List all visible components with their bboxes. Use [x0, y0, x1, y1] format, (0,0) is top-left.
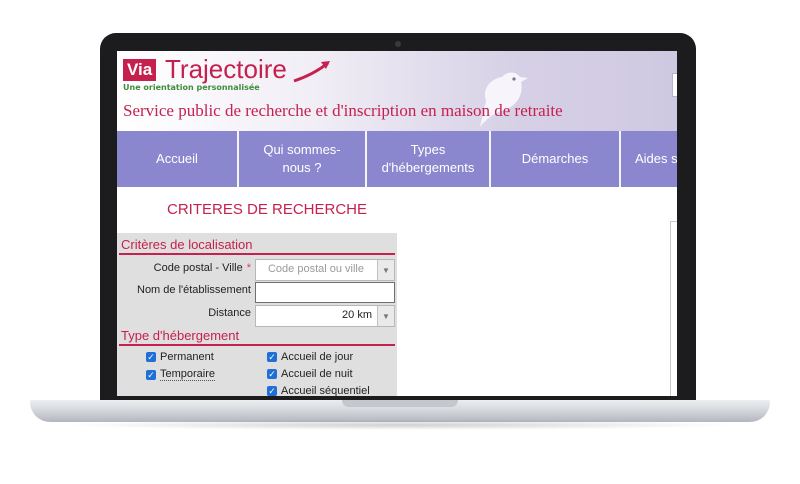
checkbox-accueil-sequentiel[interactable]: ✓ Accueil séquentiel	[267, 385, 370, 396]
site-header: Via Trajectoire Une orientation personna…	[117, 51, 677, 131]
postal-combo[interactable]: Code postal ou ville ▼	[255, 259, 395, 281]
section-localisation-title: Critères de localisation	[121, 237, 253, 252]
checkbox-temporaire[interactable]: ✓ Temporaire	[146, 368, 216, 381]
nav-types-hebergements[interactable]: Types d'hébergements	[367, 131, 489, 187]
required-mark: *	[246, 262, 251, 274]
webcam-icon	[395, 41, 401, 47]
nav-accueil[interactable]: Accueil	[117, 131, 237, 187]
section-divider	[119, 344, 395, 346]
results-frame	[670, 221, 677, 396]
postal-placeholder: Code postal ou ville	[267, 263, 364, 275]
bird-icon	[480, 72, 528, 127]
section-hebergement-title: Type d'hébergement	[121, 328, 240, 343]
check-icon[interactable]: ✓	[146, 369, 156, 380]
distance-value: 20 km	[342, 309, 372, 321]
check-icon[interactable]: ✓	[267, 369, 277, 379]
search-panel: Critères de localisation Code postal - V…	[117, 233, 397, 396]
nav-demarches[interactable]: Démarches	[491, 131, 619, 187]
distance-select[interactable]: 20 km ▼	[255, 305, 395, 327]
header-edge-element	[672, 73, 677, 97]
check-icon[interactable]: ✓	[146, 352, 156, 362]
criteria-title: CRITERES DE RECHERCHE	[167, 201, 368, 218]
logo-via[interactable]: Via	[123, 59, 157, 81]
nav-qui-sommes-nous[interactable]: Qui sommes-nous ?	[239, 131, 365, 187]
main-nav: Accueil Qui sommes-nous ? Types d'héberg…	[117, 131, 677, 187]
logo-trajectoire[interactable]: Trajectoire	[165, 55, 287, 83]
checkbox-accueil-nuit[interactable]: ✓ Accueil de nuit	[267, 368, 353, 380]
establishment-name-input[interactable]	[255, 282, 395, 303]
section-divider	[119, 253, 395, 255]
laptop-notch	[342, 400, 458, 407]
chevron-down-icon[interactable]: ▼	[377, 306, 394, 326]
laptop-screen: Via Trajectoire Une orientation personna…	[117, 51, 677, 396]
nav-aides[interactable]: Aides s	[621, 131, 677, 187]
chevron-down-icon[interactable]: ▼	[377, 260, 394, 280]
logo-arrow-icon	[293, 61, 330, 83]
distance-label: Distance	[208, 307, 251, 319]
checkbox-accueil-jour[interactable]: ✓ Accueil de jour	[267, 351, 353, 363]
logo-tagline: Une orientation personnalisée	[123, 83, 260, 92]
laptop-shadow	[60, 420, 740, 430]
check-icon[interactable]: ✓	[267, 386, 277, 396]
check-icon[interactable]: ✓	[267, 352, 277, 362]
postal-label: Code postal - Ville *	[153, 262, 251, 274]
checkbox-permanent[interactable]: ✓ Permanent	[146, 351, 214, 363]
name-label: Nom de l'établissement	[137, 284, 251, 296]
site-tagline: Service public de recherche et d'inscrip…	[123, 101, 563, 120]
